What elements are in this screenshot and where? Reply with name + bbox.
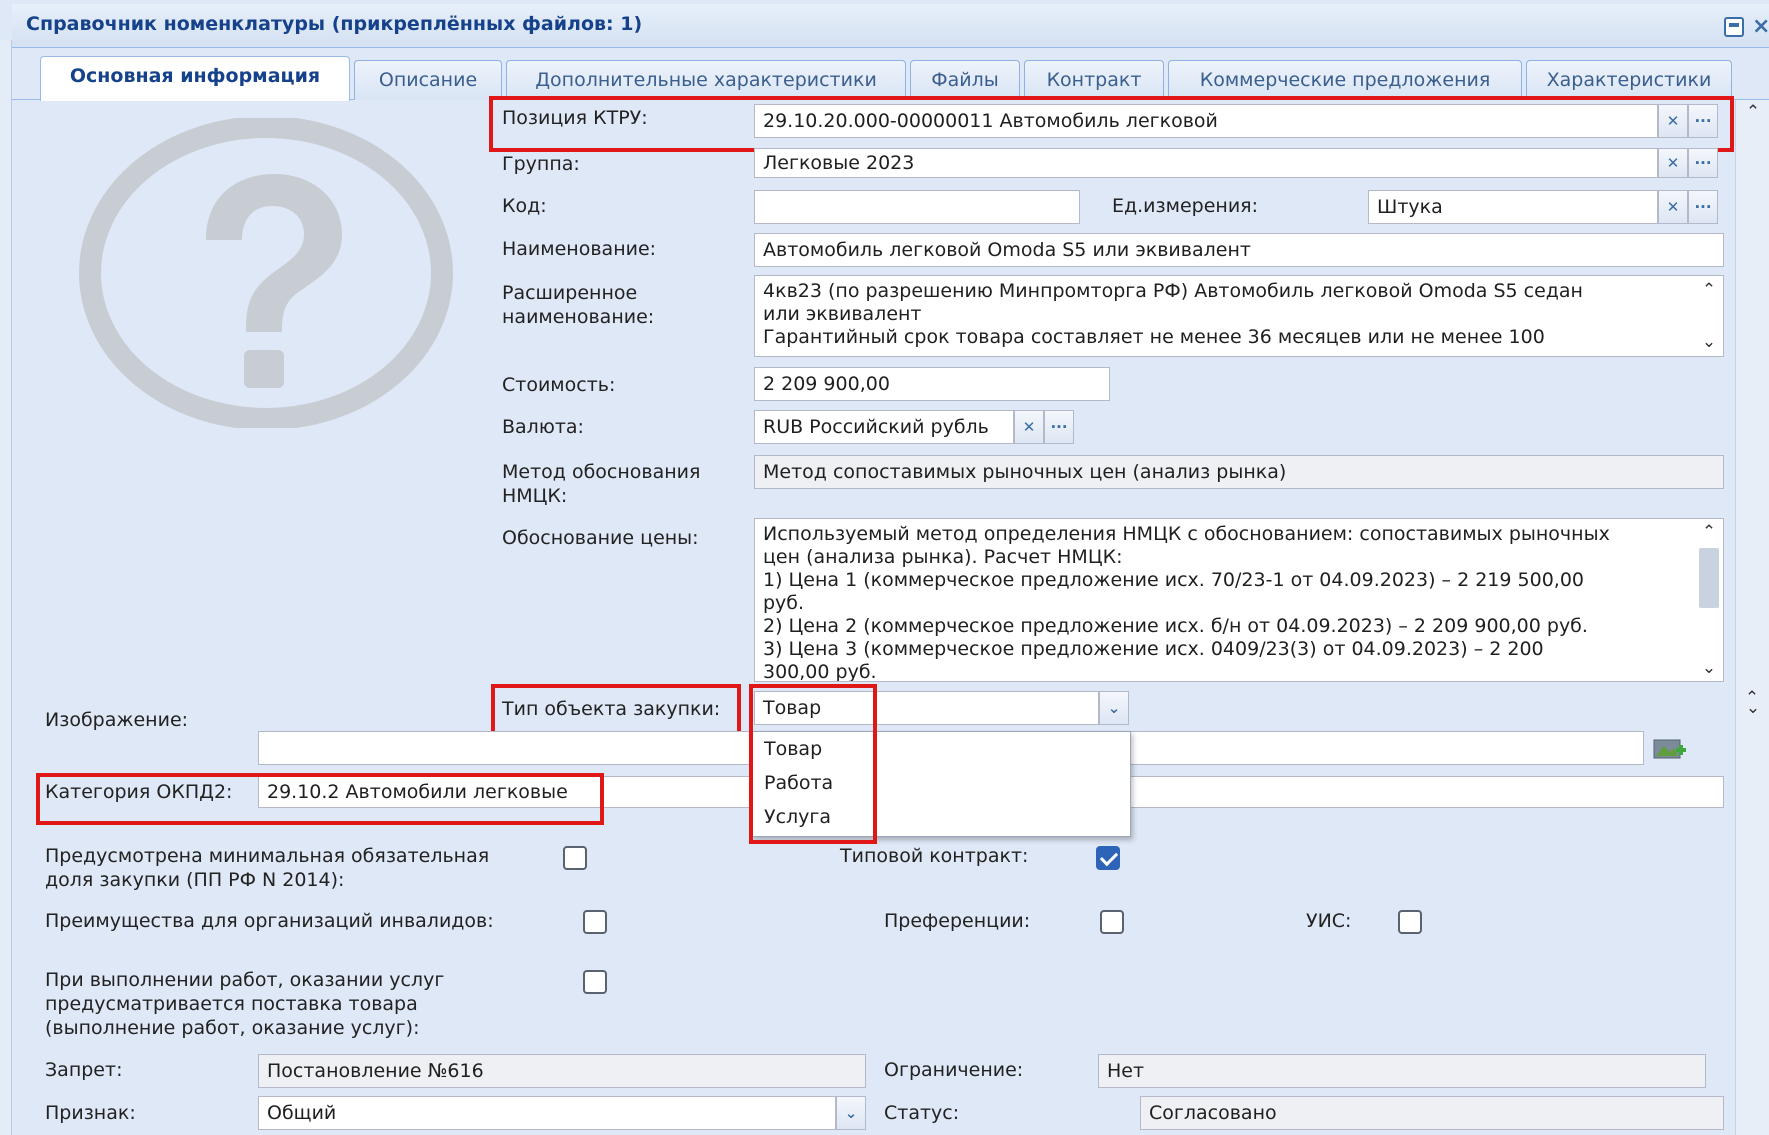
supply-label-line1: При выполнении работ, оказании услуг <box>45 969 445 991</box>
typical-contract-checkbox[interactable] <box>1096 846 1120 870</box>
currency-clear-icon[interactable]: ✕ <box>1014 410 1044 444</box>
min-share-label-line1: Предусмотрена минимальная обязательная <box>45 845 490 867</box>
min-share-label-line2: доля закупки (ПП РФ N 2014): <box>45 869 345 891</box>
price-reason-line: 1) Цена 1 (коммерческое предложение исх.… <box>763 569 1584 591</box>
sign-combo[interactable]: Общий <box>258 1096 836 1130</box>
price-reason-line: 2) Цена 2 (коммерческое предложение исх.… <box>763 615 1588 637</box>
lower-scroll-up-icon[interactable]: ⌃ <box>1739 686 1765 712</box>
ext-name-line: 4кв23 (по разрешению Минпромторга РФ) Ав… <box>763 280 1583 302</box>
unit-clear-icon[interactable]: ✕ <box>1658 190 1688 224</box>
tab-commercial-offers[interactable]: Коммерческие предложения <box>1168 60 1522 100</box>
unit-field[interactable]: Штука <box>1368 190 1658 224</box>
page-scroll-up-icon[interactable]: ⌃ <box>1740 100 1766 126</box>
price-reason-label: Обоснование цены: <box>502 527 699 549</box>
window-title: Справочник номенклатуры (прикреплённых ф… <box>26 13 643 35</box>
preferences-checkbox[interactable] <box>1100 910 1124 934</box>
ext-name-line: Гарантийный срок товара составляет не ме… <box>763 326 1545 348</box>
tab-description[interactable]: Описание <box>354 60 502 100</box>
currency-field[interactable]: RUB Российский рубль <box>754 410 1014 444</box>
add-image-icon[interactable] <box>1652 734 1688 764</box>
code-label: Код: <box>502 195 547 217</box>
name-label: Наименование: <box>502 238 657 260</box>
price-reason-scroll-down-icon[interactable]: ⌄ <box>1696 656 1722 682</box>
method-label-line2: НМЦК: <box>502 485 568 507</box>
cost-field[interactable]: 2 209 900,00 <box>754 367 1110 401</box>
currency-more-icon[interactable]: ··· <box>1044 410 1074 444</box>
code-field[interactable] <box>754 190 1080 224</box>
ban-label: Запрет: <box>45 1059 123 1081</box>
highlight-object-type-value <box>749 684 877 844</box>
highlight-ktru <box>489 96 1734 152</box>
ext-name-scroll-up-icon[interactable]: ⌃ <box>1696 278 1722 304</box>
tab-files[interactable]: Файлы <box>910 60 1020 100</box>
group-more-icon[interactable]: ··· <box>1688 148 1718 178</box>
sign-chevron-down-icon[interactable]: ⌄ <box>836 1096 866 1130</box>
price-reason-line: руб. <box>763 592 805 614</box>
page-scrollbar[interactable]: ⌃ ⌄ <box>1735 100 1769 1135</box>
unit-label: Ед.измерения: <box>1112 195 1259 217</box>
price-reason-line: цен (анализа рынка). Расчет НМЦК: <box>763 546 1123 568</box>
chevron-down-icon[interactable]: ⌄ <box>1099 691 1129 725</box>
min-share-checkbox[interactable] <box>563 846 587 870</box>
supply-label-line2: предусматривается поставка товара <box>45 993 418 1015</box>
restriction-label: Ограничение: <box>884 1059 1024 1081</box>
price-reason-scrollbar[interactable] <box>1699 548 1719 608</box>
group-field[interactable]: Легковые 2023 <box>754 148 1658 178</box>
status-label: Статус: <box>884 1102 960 1124</box>
close-icon[interactable]: × <box>1752 14 1769 39</box>
window-header: Справочник номенклатуры (прикреплённых ф… <box>12 4 1769 48</box>
supply-label-line3: (выполнение работ, оказание услуг): <box>45 1017 420 1039</box>
question-mark-icon <box>79 118 453 428</box>
uis-checkbox[interactable] <box>1398 910 1422 934</box>
price-reason-line: 3) Цена 3 (коммерческое предложение исх.… <box>763 638 1544 660</box>
ext-name-line: или эквивалент <box>763 303 922 325</box>
disabled-orgs-label: Преимущества для организаций инвалидов: <box>45 910 494 932</box>
tab-characteristics[interactable]: Характеристики <box>1526 60 1732 100</box>
ext-name-label-line2: наименование: <box>502 306 655 328</box>
ban-field: Постановление №616 <box>258 1054 866 1088</box>
disabled-orgs-checkbox[interactable] <box>583 910 607 934</box>
maximize-icon[interactable] <box>1724 17 1744 37</box>
ext-name-scroll-down-icon[interactable]: ⌄ <box>1696 330 1722 356</box>
tab-additional-characteristics[interactable]: Дополнительные характеристики <box>506 60 906 100</box>
unit-more-icon[interactable]: ··· <box>1688 190 1718 224</box>
name-field[interactable]: Автомобиль легковой Omoda S5 или эквивал… <box>754 233 1724 267</box>
ext-name-textarea[interactable]: 4кв23 (по разрешению Минпромторга РФ) Ав… <box>754 275 1724 357</box>
highlight-okpd <box>36 773 604 825</box>
typical-contract-label: Типовой контракт: <box>840 845 1029 867</box>
status-field: Согласовано <box>1140 1096 1724 1130</box>
sign-label: Признак: <box>45 1102 136 1124</box>
group-label: Группа: <box>502 153 580 175</box>
tab-main-info[interactable]: Основная информация <box>40 56 350 101</box>
method-field: Метод сопоставимых рыночных цен (анализ … <box>754 455 1724 489</box>
price-reason-line: 300,00 руб. <box>763 661 877 682</box>
ext-name-label-line1: Расширенное <box>502 282 638 304</box>
price-reason-textarea[interactable]: Используемый метод определения НМЦК с об… <box>754 518 1724 682</box>
image-label: Изображение: <box>45 709 189 731</box>
uis-label: УИС: <box>1306 910 1352 932</box>
currency-label: Валюта: <box>502 416 584 438</box>
group-clear-icon[interactable]: ✕ <box>1658 148 1688 178</box>
window-left-edge <box>0 40 12 1135</box>
cost-label: Стоимость: <box>502 374 616 396</box>
price-reason-scroll-up-icon[interactable]: ⌃ <box>1696 520 1722 546</box>
tab-bar: Основная информация Описание Дополнитель… <box>12 48 1769 101</box>
preferences-label: Преференции: <box>884 910 1031 932</box>
method-label-line1: Метод обоснования <box>502 461 701 483</box>
restriction-field: Нет <box>1098 1054 1706 1088</box>
price-reason-line: Используемый метод определения НМЦК с об… <box>763 523 1610 545</box>
supply-checkbox[interactable] <box>583 970 607 994</box>
tab-contract[interactable]: Контракт <box>1024 60 1164 100</box>
